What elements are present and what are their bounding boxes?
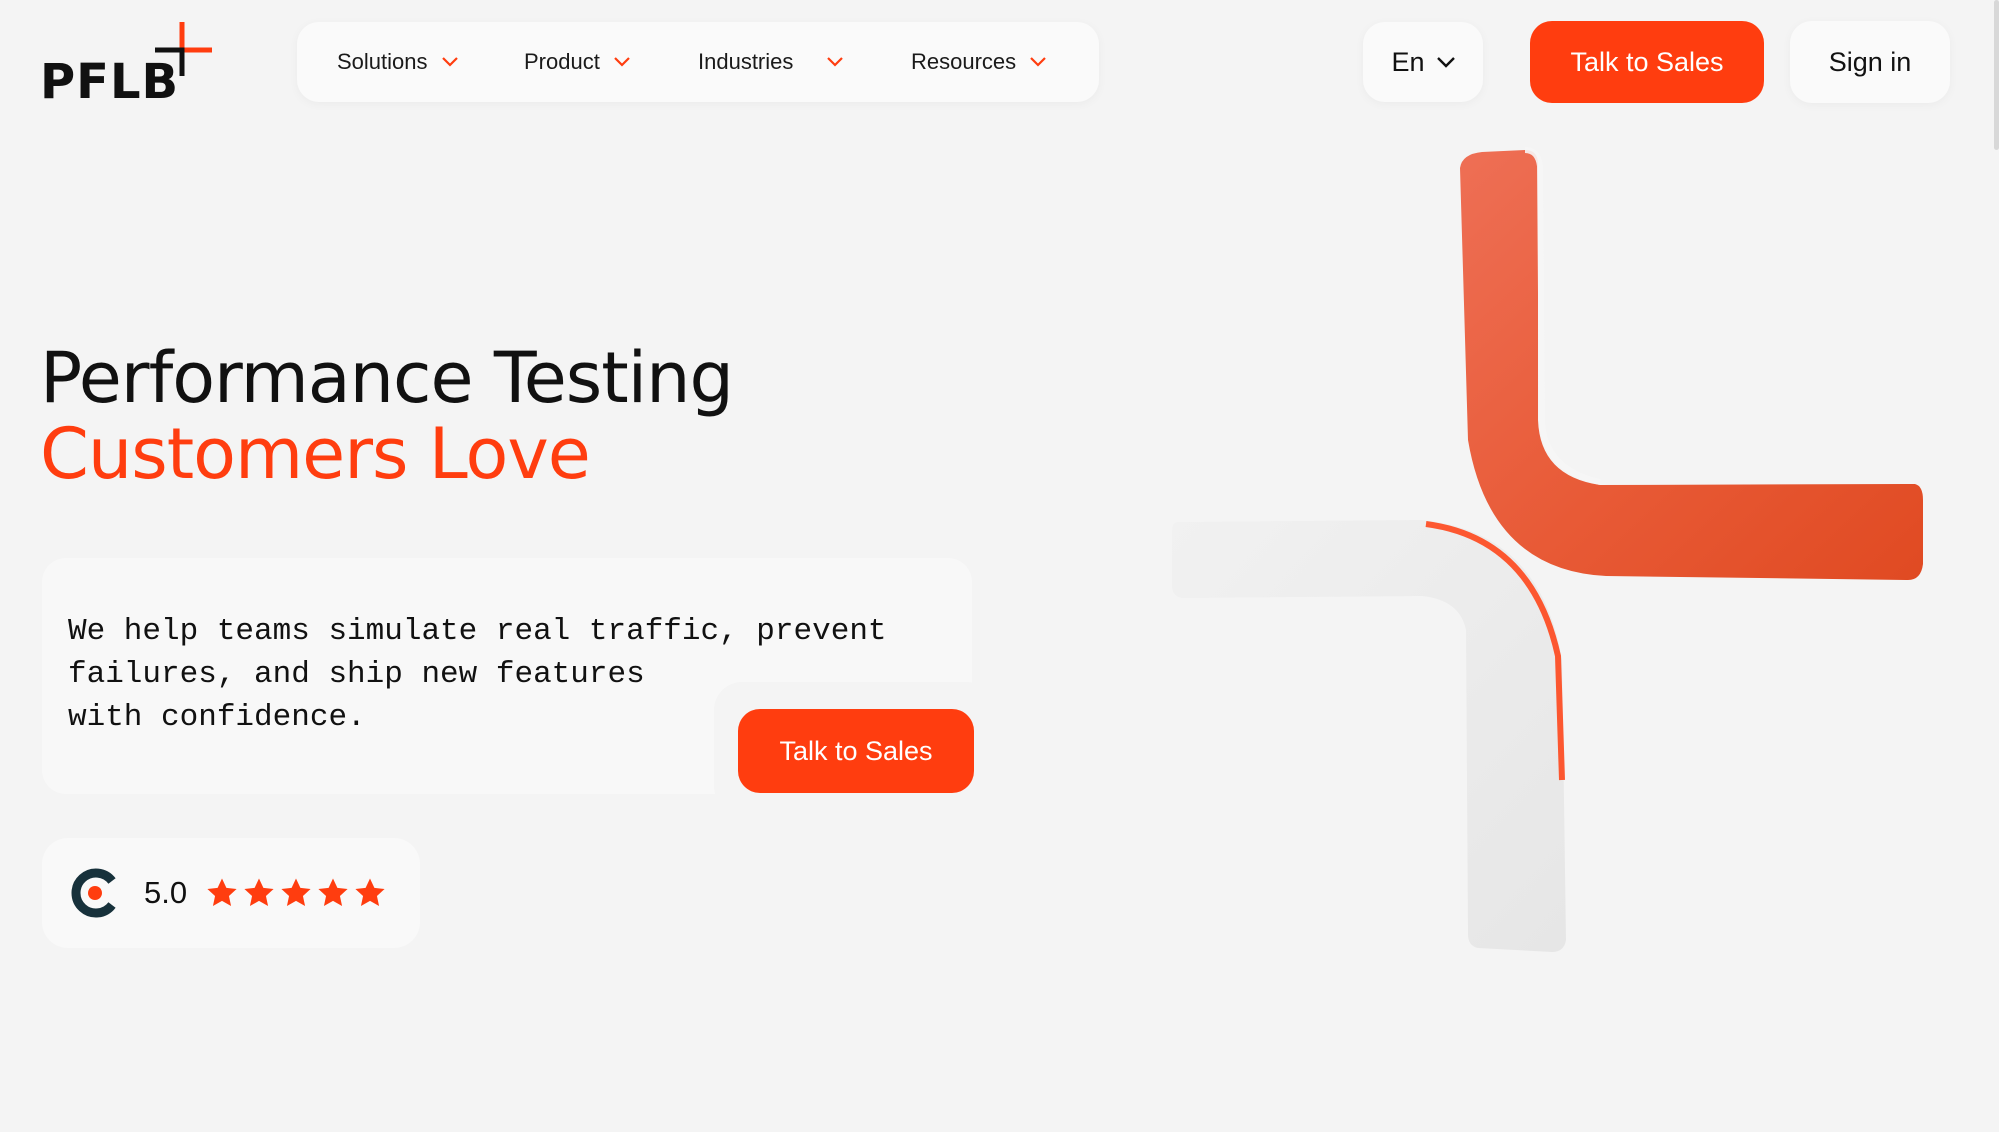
chevron-down-icon bbox=[614, 57, 630, 67]
chevron-down-icon bbox=[1030, 57, 1046, 67]
language-label: En bbox=[1391, 46, 1425, 77]
description-line: failures, and ship new features bbox=[68, 657, 645, 692]
chevron-down-icon bbox=[827, 57, 844, 67]
main-nav: Solutions Product Industries Resources bbox=[297, 22, 1099, 102]
talk-to-sales-button[interactable]: Talk to Sales bbox=[1530, 21, 1764, 103]
star-rating bbox=[205, 876, 390, 910]
nav-item-label: Product bbox=[524, 49, 600, 74]
scrollbar-thumb[interactable] bbox=[1994, 0, 1999, 150]
nav-industries[interactable]: Industries bbox=[698, 22, 844, 102]
hero-title: Performance Testing Customers Love bbox=[40, 337, 734, 495]
hero-talk-to-sales-button[interactable]: Talk to Sales bbox=[738, 709, 974, 793]
logo-wordmark: PFLB bbox=[40, 54, 180, 110]
nav-item-label: Resources bbox=[911, 49, 1017, 74]
hero-title-line2: Customers Love bbox=[40, 413, 591, 495]
nav-item-label: Industries bbox=[698, 49, 794, 74]
star-icon bbox=[207, 878, 237, 907]
white-bracket-shape bbox=[1172, 520, 1566, 952]
description-line: We help teams simulate real traffic, pre… bbox=[68, 614, 887, 649]
hero-title-line1: Performance Testing bbox=[40, 337, 734, 419]
chevron-down-icon bbox=[441, 57, 458, 67]
star-icon bbox=[318, 878, 348, 907]
orange-bracket-shape bbox=[1460, 147, 1923, 580]
nav-solutions[interactable]: Solutions bbox=[337, 22, 458, 102]
chevron-down-icon bbox=[1436, 56, 1455, 68]
brand-cross-illustration bbox=[1172, 147, 1923, 952]
rating-value: 5.0 bbox=[144, 875, 188, 910]
pflb-logo[interactable]: PFLB bbox=[40, 20, 215, 110]
sign-in-button[interactable]: Sign in bbox=[1790, 21, 1950, 103]
star-icon bbox=[355, 878, 385, 907]
star-icon bbox=[244, 878, 274, 907]
nav-item-label: Solutions bbox=[337, 49, 428, 74]
star-icon bbox=[281, 878, 311, 907]
language-selector[interactable]: En bbox=[1363, 22, 1483, 102]
clutch-logo-icon bbox=[71, 868, 116, 918]
nav-resources[interactable]: Resources bbox=[911, 22, 1046, 102]
rating-badge[interactable]: 5.0 bbox=[42, 838, 420, 948]
nav-product[interactable]: Product bbox=[524, 22, 630, 102]
